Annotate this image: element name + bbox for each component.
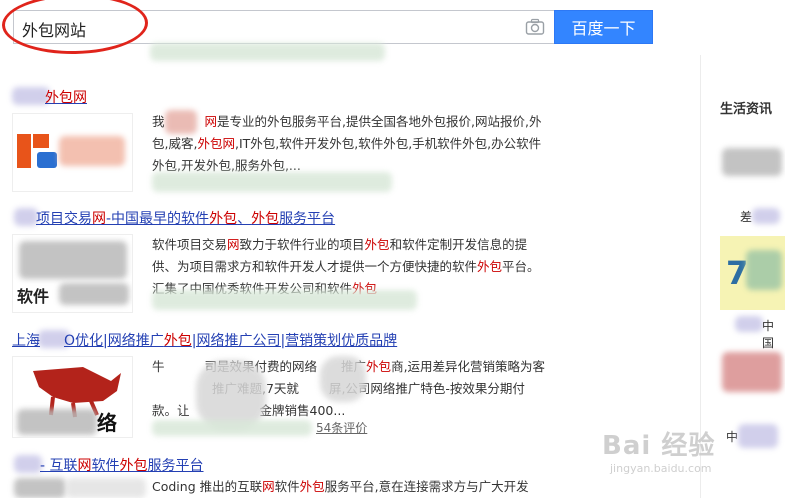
blurred-title-prefix — [14, 455, 42, 473]
sidebar-image[interactable]: 7 — [720, 236, 785, 310]
camera-icon[interactable] — [525, 18, 545, 36]
blurred-logo-text — [17, 409, 97, 435]
blurred-logo — [19, 241, 127, 279]
watermark-sub: jingyan.baidu.com — [610, 462, 712, 475]
sidebar-image-glyph: 7 — [726, 254, 749, 292]
blurred-url — [152, 420, 312, 436]
watermark-main: Bai 经验 — [602, 431, 716, 461]
thumbnail-text: 软件 — [17, 287, 50, 306]
result-abstract-4: Coding 推出的互联网软件外包服务平台,意在连接需求方与广大开发者。让项目的… — [152, 479, 529, 494]
search-button[interactable]: 百度一下 — [554, 10, 653, 44]
blurred-sidebar-label — [735, 316, 763, 332]
logo-image — [17, 134, 125, 168]
result-title-4[interactable]: - 互联网软件外包服务平台 — [40, 455, 204, 475]
blurred-overlay — [320, 356, 366, 402]
sidebar-label[interactable]: 中 — [726, 428, 738, 445]
blurred-logo — [59, 283, 129, 305]
result-thumbnail-3[interactable]: 络 — [12, 356, 133, 438]
reviews-link[interactable]: 54条评价 — [316, 419, 367, 436]
sidebar-title: 生活资讯 — [720, 102, 773, 117]
blurred-url — [152, 290, 417, 310]
blurred-sidebar-label — [738, 424, 778, 448]
sidebar-label[interactable]: 差 — [740, 208, 752, 225]
sidebar-label[interactable]: 中国 — [762, 317, 785, 351]
blurred-url — [152, 172, 392, 192]
blurred-sidebar-label — [752, 208, 780, 224]
blurred-thumbnail — [14, 478, 66, 498]
blurred-url — [150, 43, 385, 61]
result-thumbnail-1[interactable] — [12, 113, 133, 192]
blurred-sidebar-image — [722, 352, 782, 392]
result-thumbnail-2[interactable]: 软件 — [12, 234, 133, 313]
result-abstract-1: 我网是专业的外包服务平台,提供全国各地外包报价,网站报价,外包,威客,外包网,I… — [152, 114, 542, 173]
result-title-1[interactable]: 外包网 — [45, 87, 87, 107]
result-title-3[interactable]: 上海 O优化|网络推广外包|网络推广公司|营销策划优质品牌 — [12, 330, 397, 350]
thumbnail-text: 络 — [97, 411, 117, 435]
result-title-2[interactable]: 项目交易网-中国最早的软件外包、外包服务平台 — [36, 208, 335, 228]
blurred-title-prefix — [14, 208, 38, 226]
red-circle-annotation — [1, 0, 149, 56]
baidu-jingyan-watermark: Bai 经验 jingyan.baidu.com — [602, 425, 715, 475]
blurred-text — [66, 478, 146, 498]
blurred-image-detail — [746, 250, 782, 290]
blurred-sidebar-item — [722, 148, 782, 176]
